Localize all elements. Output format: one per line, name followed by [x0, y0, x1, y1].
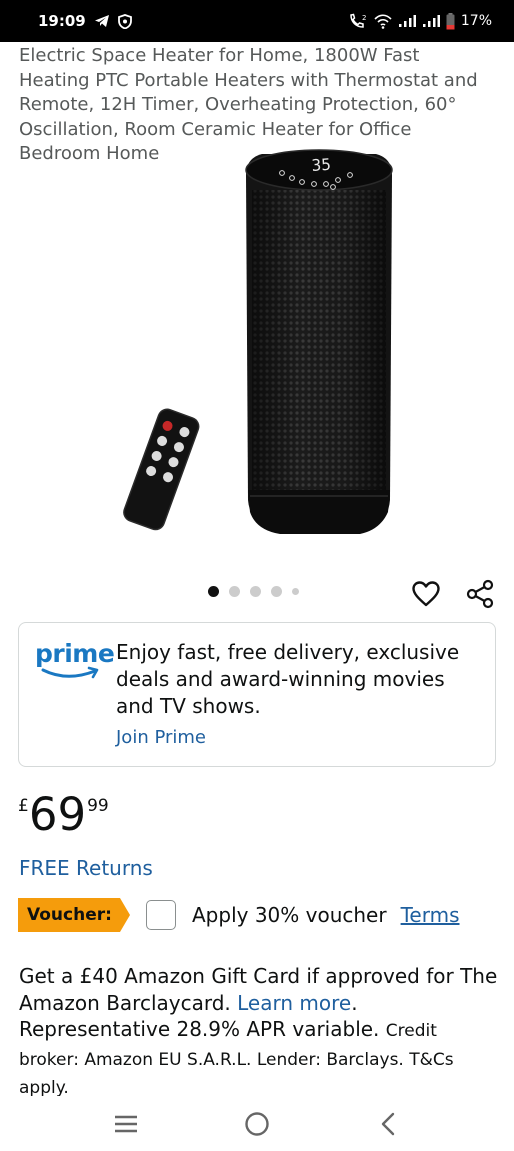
- barclaycard-offer: Get a £40 Amazon Gift Card if approved f…: [19, 963, 499, 1102]
- svg-text:2: 2: [362, 14, 366, 22]
- prime-description: Enjoy fast, free delivery, exclusive dea…: [116, 640, 460, 718]
- product-image[interactable]: 35: [0, 140, 514, 570]
- home-icon[interactable]: [237, 1104, 277, 1144]
- offer-period: .: [351, 990, 358, 1015]
- prime-promo-card: prime Enjoy fast, free delivery, exclusi…: [18, 622, 496, 767]
- carousel-dot[interactable]: [229, 586, 240, 597]
- voucher-terms-link[interactable]: Terms: [401, 903, 460, 927]
- price-whole: 69: [28, 788, 87, 841]
- recent-apps-icon[interactable]: [106, 1104, 146, 1144]
- battery-icon: [446, 12, 455, 30]
- heater-display: 35: [311, 155, 332, 175]
- battery-percent: 17%: [460, 13, 492, 29]
- price-currency: £: [18, 796, 29, 816]
- telegram-icon: [94, 14, 110, 28]
- free-returns-link[interactable]: FREE Returns: [19, 856, 153, 880]
- system-nav-bar: [0, 1096, 514, 1151]
- signal-icon: [422, 14, 440, 28]
- carousel-dot[interactable]: [250, 586, 261, 597]
- wifi-icon: [374, 13, 392, 29]
- status-time: 19:09: [38, 12, 86, 30]
- join-prime-link[interactable]: Join Prime: [116, 727, 206, 748]
- voucher-row: Voucher: Apply 30% voucher Terms: [18, 898, 460, 932]
- learn-more-link[interactable]: Learn more: [237, 991, 351, 1015]
- price: £ 69 99: [18, 790, 109, 840]
- carousel-dot[interactable]: [208, 586, 219, 597]
- wishlist-heart-icon[interactable]: [408, 576, 444, 612]
- share-icon[interactable]: [462, 576, 498, 612]
- carousel-dot[interactable]: [271, 586, 282, 597]
- carousel-dot[interactable]: [292, 588, 299, 595]
- offer-apr: Representative 28.9% APR variable.: [19, 1017, 380, 1041]
- image-carousel-dots[interactable]: [208, 586, 299, 597]
- shield-icon: [117, 13, 132, 29]
- signal-icon: [398, 14, 416, 28]
- prime-logo: prime: [35, 639, 115, 689]
- wifi-calling-icon: 2: [348, 13, 368, 29]
- price-fraction: 99: [87, 796, 109, 816]
- voucher-label[interactable]: Apply 30% voucher: [192, 903, 387, 927]
- back-icon[interactable]: [368, 1104, 408, 1144]
- voucher-badge: Voucher:: [18, 898, 130, 932]
- apply-voucher-checkbox[interactable]: [146, 900, 176, 930]
- status-bar: 19:09 2 17%: [0, 0, 514, 42]
